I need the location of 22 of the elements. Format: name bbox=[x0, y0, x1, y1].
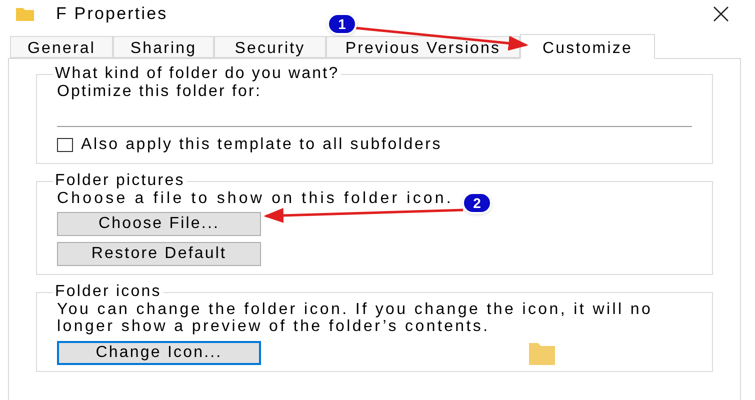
dialog-button[interactable]: Restore Default bbox=[57, 242, 261, 266]
dialog-button[interactable]: Change Icon... bbox=[57, 341, 261, 365]
folder-icon bbox=[16, 7, 34, 21]
tab[interactable]: General bbox=[10, 36, 113, 58]
close-icon[interactable] bbox=[713, 6, 729, 22]
group-title: What kind of folder do you want? bbox=[54, 65, 340, 83]
number-badge: 2 bbox=[462, 192, 492, 214]
hint-text: You can change the folder icon. If you change the icon, it will no longer show a preview of the folder’s contents. bbox=[57, 301, 654, 335]
window-title: F Properties bbox=[56, 3, 168, 26]
hint-text: Choose a file to show on this folder icon. bbox=[57, 190, 454, 208]
tab[interactable]: Security bbox=[214, 36, 326, 58]
tab[interactable]: Sharing bbox=[113, 36, 214, 58]
dialog-button[interactable]: Choose File... bbox=[57, 212, 261, 236]
checkbox-label: Also apply this template to all subfolders bbox=[81, 135, 442, 155]
folder-icon bbox=[529, 341, 555, 365]
tab[interactable]: Previous Versions bbox=[326, 36, 520, 58]
group-title: Folder icons bbox=[54, 283, 162, 301]
number-badge: 1 bbox=[327, 13, 357, 35]
tab[interactable]: Customize bbox=[520, 34, 655, 59]
group-title: Folder pictures bbox=[54, 172, 186, 190]
field-label: Optimize this folder for: bbox=[57, 83, 262, 101]
checkbox[interactable] bbox=[57, 138, 73, 152]
